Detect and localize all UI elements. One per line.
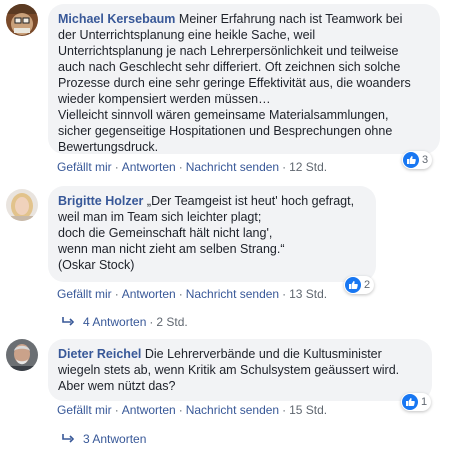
- replies-link[interactable]: 3 Antworten: [83, 432, 146, 446]
- like-link[interactable]: Gefällt mir: [57, 160, 112, 174]
- timestamp[interactable]: 12 Std.: [289, 160, 327, 174]
- reply-arrow-icon: [62, 434, 75, 443]
- comment-actions: Gefällt mir · Antworten · Nachricht senden · 1…: [57, 403, 328, 417]
- send-message-link[interactable]: Nachricht senden: [186, 287, 279, 301]
- reaction-count: 2: [364, 279, 371, 291]
- timestamp[interactable]: 13 Std.: [289, 287, 327, 301]
- like-link[interactable]: Gefällt mir: [57, 287, 112, 301]
- reaction-summary[interactable]: 1: [401, 393, 432, 411]
- comment-actions: Gefällt mir · Antworten · Nachricht senden · 1…: [57, 287, 328, 301]
- like-reaction-icon: [403, 152, 419, 168]
- like-reaction-icon: [402, 394, 418, 410]
- like-link[interactable]: Gefällt mir: [57, 403, 112, 417]
- comment-text: Meiner Erfahrung nach ist Teamwork bei d…: [58, 12, 411, 154]
- avatar-dieter-reichel[interactable]: [6, 339, 38, 371]
- comment-bubble: Dieter Reichel Die Lehrerverbände und di…: [48, 339, 432, 401]
- comment-actions: Gefällt mir · Antworten · Nachricht senden · 1…: [57, 160, 328, 174]
- avatar-brigitte-holzer[interactable]: [6, 189, 38, 221]
- view-replies[interactable]: 3 Antworten: [62, 432, 146, 446]
- reaction-summary[interactable]: 3: [402, 151, 433, 169]
- reply-arrow-icon: [62, 317, 75, 326]
- reaction-count: 3: [422, 154, 429, 166]
- comment-bubble: Brigitte Holzer „Der Teamgeist ist heut'…: [48, 186, 376, 282]
- author-name[interactable]: Michael Kersebaum: [58, 12, 175, 26]
- replies-time: 2 Std.: [156, 315, 188, 329]
- avatar-michael-kersebaum[interactable]: [6, 4, 38, 36]
- replies-link[interactable]: 4 Antworten: [83, 315, 146, 329]
- reply-link[interactable]: Antworten: [122, 287, 176, 301]
- timestamp[interactable]: 15 Std.: [289, 403, 327, 417]
- view-replies[interactable]: 4 Antworten · 2 Std.: [62, 315, 188, 329]
- reply-link[interactable]: Antworten: [122, 160, 176, 174]
- author-name[interactable]: Brigitte Holzer: [58, 194, 143, 208]
- reaction-count: 1: [421, 396, 428, 408]
- author-name[interactable]: Dieter Reichel: [58, 347, 141, 361]
- reply-link[interactable]: Antworten: [122, 403, 176, 417]
- send-message-link[interactable]: Nachricht senden: [186, 403, 279, 417]
- like-reaction-icon: [345, 277, 361, 293]
- send-message-link[interactable]: Nachricht senden: [186, 160, 279, 174]
- reaction-summary[interactable]: 2: [344, 276, 375, 294]
- comment-bubble: Michael Kersebaum Meiner Erfahrung nach …: [48, 4, 440, 154]
